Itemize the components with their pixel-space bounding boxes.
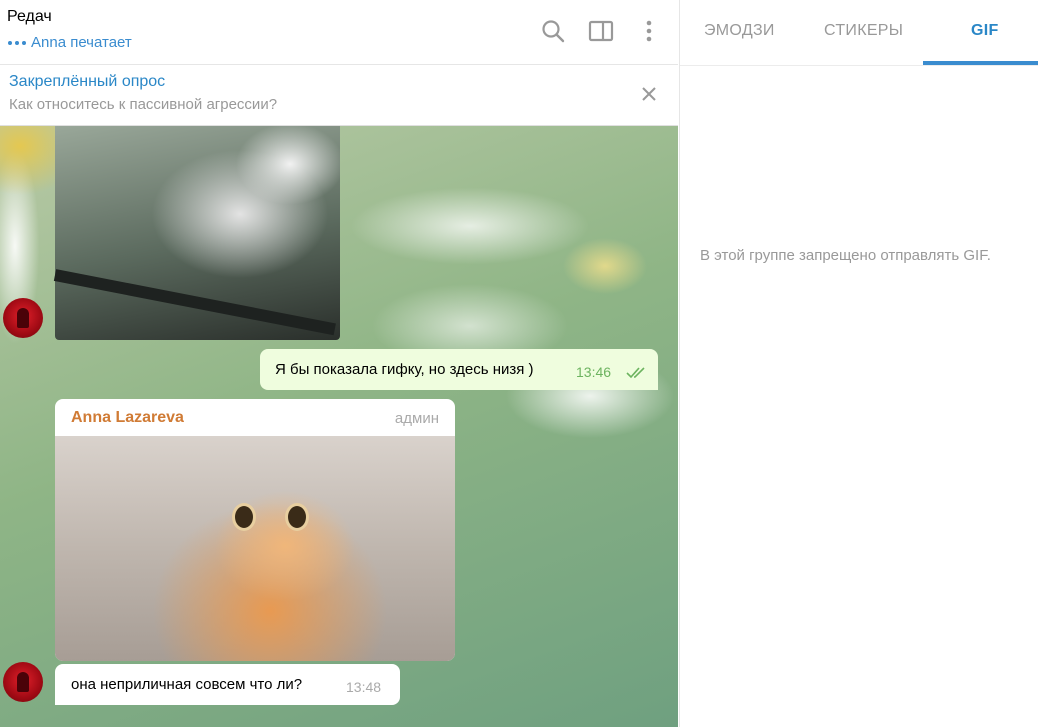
chat-area: Редач Anna печатает Закреплённый опрос К…	[0, 0, 678, 727]
sender-role-badge: админ	[394, 410, 439, 427]
more-vertical-icon[interactable]	[636, 18, 662, 44]
cat-eye-right	[285, 503, 309, 531]
sidebar-toggle-icon[interactable]	[588, 18, 614, 44]
message-list[interactable]: Я бы показала гифку, но здесь низя ) 13:…	[0, 126, 678, 727]
avatar[interactable]	[3, 298, 43, 338]
orange-cat-photo[interactable]	[55, 436, 455, 661]
pinned-message-bar[interactable]: Закреплённый опрос Как относитесь к пасс…	[0, 65, 678, 126]
search-icon[interactable]	[540, 18, 566, 44]
typing-indicator: Anna печатает	[8, 34, 132, 51]
gif-restriction-notice: В этой группе запрещено отправлять GIF.	[700, 247, 991, 264]
cat-eye-left	[232, 503, 256, 531]
incoming-photo-message[interactable]: Anna Lazareva админ	[55, 399, 455, 661]
chat-header: Редач Anna печатает	[0, 0, 678, 65]
close-icon[interactable]	[640, 85, 658, 103]
avatar[interactable]	[3, 662, 43, 702]
pinned-text: Как относитесь к пассивной агрессии?	[9, 96, 278, 113]
double-check-icon	[626, 367, 645, 379]
typing-text: Anna печатает	[31, 34, 132, 51]
incoming-message[interactable]: она неприличная совсем что ли? 13:48	[55, 664, 400, 705]
tab-gif[interactable]: GIF	[971, 22, 999, 40]
active-tab-indicator	[923, 61, 1038, 65]
chat-title[interactable]: Редач	[7, 8, 52, 26]
media-panel: ЭМОДЗИ СТИКЕРЫ GIF В этой группе запреще…	[679, 0, 1038, 727]
sender-name[interactable]: Anna Lazareva	[71, 409, 184, 427]
outgoing-message[interactable]: Я бы показала гифку, но здесь низя ) 13:…	[260, 349, 658, 390]
cat-photo-message[interactable]	[53, 126, 340, 340]
pinned-title: Закреплённый опрос	[9, 73, 166, 90]
tab-emoji[interactable]: ЭМОДЗИ	[704, 22, 775, 40]
panel-tabs: ЭМОДЗИ СТИКЕРЫ GIF	[680, 0, 1038, 66]
message-time: 13:48	[346, 679, 382, 695]
message-text: она неприличная совсем что ли?	[71, 676, 303, 693]
photo-detail	[53, 269, 336, 336]
message-text: Я бы показала гифку, но здесь низя )	[275, 361, 534, 378]
tab-stickers[interactable]: СТИКЕРЫ	[824, 22, 903, 40]
typing-dots-icon	[8, 40, 26, 45]
message-time: 13:46	[576, 364, 612, 380]
